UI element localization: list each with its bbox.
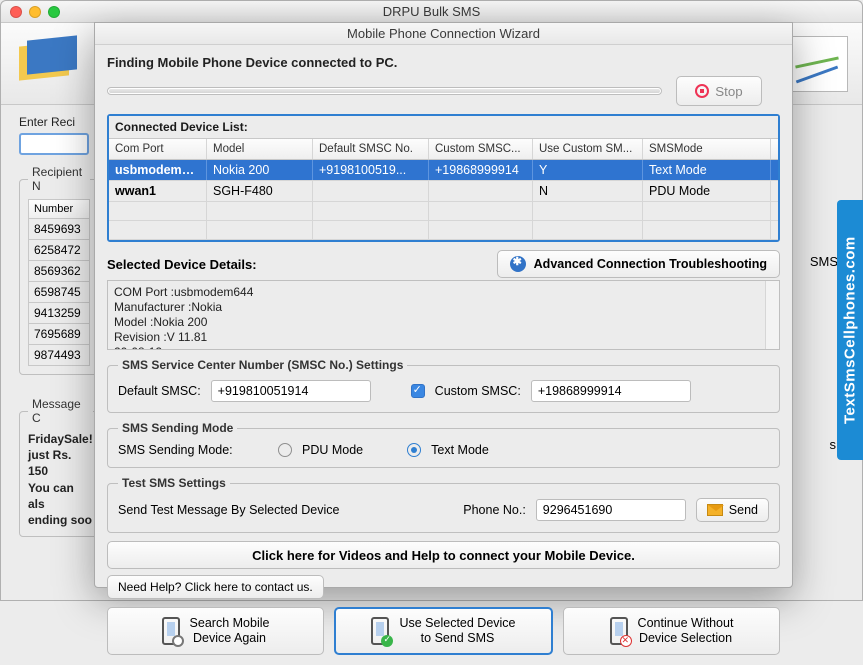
smsc-settings-fieldset: SMS Service Center Number (SMSC No.) Set… — [107, 358, 780, 413]
contact-us-button[interactable]: Need Help? Click here to contact us. — [107, 575, 324, 599]
advanced-troubleshooting-button[interactable]: Advanced Connection Troubleshooting — [497, 250, 780, 278]
stop-icon — [695, 84, 709, 98]
connected-device-list: Connected Device List: Com Port Model De… — [107, 114, 780, 242]
device-row-empty — [109, 202, 778, 221]
gear-icon — [510, 256, 526, 272]
connection-wizard-dialog: Mobile Phone Connection Wizard Finding M… — [94, 22, 793, 588]
test-label: Send Test Message By Selected Device — [118, 503, 453, 517]
connected-device-list-label: Connected Device List: — [109, 116, 778, 138]
details-scrollbar[interactable] — [765, 281, 779, 349]
mode-legend: SMS Sending Mode — [118, 421, 237, 435]
message-legend: Message C — [28, 397, 93, 425]
col-comport[interactable]: Com Port — [109, 139, 207, 159]
cell-mode: Text Mode — [643, 160, 771, 180]
test-legend: Test SMS Settings — [118, 476, 230, 490]
text-mode-label: Text Mode — [431, 443, 489, 457]
test-sms-fieldset: Test SMS Settings Send Test Message By S… — [107, 476, 780, 533]
main-title: DRPU Bulk SMS — [1, 4, 862, 19]
default-smsc-label: Default SMSC: — [118, 384, 201, 398]
envelope-icon — [15, 36, 85, 92]
number-row[interactable]: 7695689 — [28, 324, 90, 345]
send-label: Send — [729, 503, 758, 517]
advanced-troubleshooting-label: Advanced Connection Troubleshooting — [534, 257, 767, 271]
device-grid: Com Port Model Default SMSC No. Custom S… — [109, 138, 778, 240]
watermark: TextSmsCellphones.com — [837, 200, 863, 460]
custom-smsc-label: Custom SMSC: — [435, 384, 521, 398]
phone-icon — [162, 617, 180, 645]
grid-header: Com Port Model Default SMSC No. Custom S… — [109, 138, 778, 160]
phone-icon — [610, 617, 628, 645]
cell-custom-smsc: +19868999914 — [429, 160, 533, 180]
device-row[interactable]: wwan1 SGH-F480 N PDU Mode — [109, 181, 778, 202]
cell-mode: PDU Mode — [643, 181, 771, 201]
number-row[interactable]: 6258472 — [28, 240, 90, 261]
number-row[interactable]: 6598745 — [28, 282, 90, 303]
selected-device-details[interactable]: COM Port :usbmodem644 Manufacturer :Noki… — [107, 280, 780, 350]
finding-label: Finding Mobile Phone Device connected to… — [107, 55, 780, 70]
s-label-right: s — [830, 437, 837, 452]
phone-icon — [371, 617, 389, 645]
recipients-legend: Recipient N — [28, 165, 90, 193]
cross-icon — [620, 635, 632, 647]
default-smsc-input[interactable] — [211, 380, 371, 402]
message-text: FridaySale! just Rs. 150 You can als end… — [28, 431, 93, 528]
recipients-input[interactable] — [19, 133, 89, 155]
recipients-fieldset: Recipient N Number 8459693 6258472 85693… — [19, 165, 99, 375]
cell-default-smsc: +9198100519... — [313, 160, 429, 180]
cell-use-custom: Y — [533, 160, 643, 180]
device-details-text: COM Port :usbmodem644 Manufacturer :Noki… — [114, 285, 773, 350]
search-again-label: Search Mobile Device Again — [190, 616, 270, 646]
cell-use-custom: N — [533, 181, 643, 201]
col-default-smsc[interactable]: Default SMSC No. — [313, 139, 429, 159]
col-use-custom[interactable]: Use Custom SM... — [533, 139, 643, 159]
pdu-mode-label: PDU Mode — [302, 443, 363, 457]
number-row[interactable]: 8569362 — [28, 261, 90, 282]
custom-smsc-checkbox[interactable] — [411, 384, 425, 398]
scan-progress — [107, 87, 662, 95]
dialog-title: Mobile Phone Connection Wizard — [95, 23, 792, 45]
custom-smsc-input[interactable] — [531, 380, 691, 402]
cell-default-smsc — [313, 181, 429, 201]
help-videos-button[interactable]: Click here for Videos and Help to connec… — [107, 541, 780, 569]
use-selected-device-button[interactable]: Use Selected Device to Send SMS — [334, 607, 553, 655]
cell-model: SGH-F480 — [207, 181, 313, 201]
check-icon — [381, 635, 393, 647]
selected-device-details-label: Selected Device Details: — [107, 257, 487, 272]
magnifier-icon — [172, 635, 184, 647]
send-test-button[interactable]: Send — [696, 498, 769, 522]
phone-no-label: Phone No.: — [463, 503, 526, 517]
test-phone-input[interactable] — [536, 499, 686, 521]
smsc-legend: SMS Service Center Number (SMSC No.) Set… — [118, 358, 407, 372]
number-row[interactable]: 9413259 — [28, 303, 90, 324]
col-smsmode[interactable]: SMSMode — [643, 139, 771, 159]
device-row[interactable]: usbmodem644 Nokia 200 +9198100519... +19… — [109, 160, 778, 181]
sms-label-right: SMS — [810, 254, 838, 269]
device-row-empty — [109, 221, 778, 240]
number-row[interactable]: 9874493 — [28, 345, 90, 366]
mail-icon — [707, 504, 723, 516]
continue-without-label: Continue Without Device Selection — [638, 616, 734, 646]
text-mode-radio[interactable] — [407, 443, 421, 457]
continue-without-button[interactable]: Continue Without Device Selection — [563, 607, 780, 655]
chart-icon — [788, 36, 848, 92]
cell-comport: usbmodem644 — [109, 160, 207, 180]
col-custom-smsc[interactable]: Custom SMSC... — [429, 139, 533, 159]
col-model[interactable]: Model — [207, 139, 313, 159]
number-row[interactable]: 8459693 — [28, 219, 90, 240]
stop-label: Stop — [715, 84, 742, 99]
stop-button[interactable]: Stop — [676, 76, 762, 106]
mode-label: SMS Sending Mode: — [118, 443, 268, 457]
cell-custom-smsc — [429, 181, 533, 201]
cell-comport: wwan1 — [109, 181, 207, 201]
use-selected-label: Use Selected Device to Send SMS — [399, 616, 515, 646]
cell-model: Nokia 200 — [207, 160, 313, 180]
search-again-button[interactable]: Search Mobile Device Again — [107, 607, 324, 655]
pdu-mode-radio[interactable] — [278, 443, 292, 457]
main-titlebar: DRPU Bulk SMS — [1, 1, 862, 23]
number-column-header: Number — [28, 199, 90, 219]
sms-sending-mode-fieldset: SMS Sending Mode SMS Sending Mode: PDU M… — [107, 421, 780, 468]
message-fieldset: Message C FridaySale! just Rs. 150 You c… — [19, 397, 102, 537]
